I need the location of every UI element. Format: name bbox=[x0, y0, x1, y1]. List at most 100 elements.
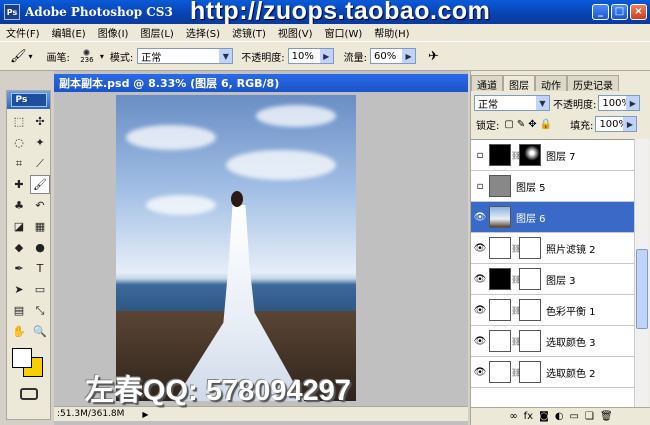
fill-input[interactable]: 100% ▶ bbox=[595, 116, 638, 132]
mask-link-icon[interactable]: ⛓ bbox=[511, 151, 521, 160]
menu-view[interactable]: 视图(V) bbox=[272, 25, 319, 40]
tool-preset-chevron-icon[interactable]: ▾ bbox=[29, 52, 33, 61]
link-layers-icon[interactable]: ∞ bbox=[509, 411, 517, 422]
eye-icon[interactable]: 👁 bbox=[471, 367, 489, 378]
eye-icon[interactable]: 👁 bbox=[471, 212, 489, 223]
brush-icon[interactable]: 🖌 bbox=[30, 175, 50, 194]
layer-opacity-arrow-icon[interactable]: ▶ bbox=[626, 96, 640, 110]
layer-mask-thumbnail[interactable] bbox=[519, 144, 541, 166]
slice-icon[interactable]: ⟋ bbox=[30, 154, 50, 173]
eye-icon[interactable]: 👁 bbox=[471, 243, 489, 254]
mask-link-icon[interactable]: ⛓ bbox=[511, 275, 521, 284]
layer-row[interactable]: 👁 ⛓ 色彩平衡 1 bbox=[471, 295, 634, 326]
brush-tool-icon[interactable]: 🖌 bbox=[10, 49, 27, 64]
gradient-icon[interactable]: ▦ bbox=[30, 217, 50, 236]
lasso-icon[interactable]: ◌ bbox=[9, 133, 29, 152]
mask-link-icon[interactable]: ⛓ bbox=[511, 244, 521, 253]
menu-file[interactable]: 文件(F) bbox=[0, 25, 46, 40]
path-select-icon[interactable]: ➤ bbox=[9, 280, 29, 299]
new-layer-icon[interactable]: ❏ bbox=[585, 411, 594, 422]
lock-position-icon[interactable]: ✥ bbox=[528, 119, 536, 130]
brush-picker[interactable]: 236 bbox=[74, 43, 100, 69]
marquee-icon[interactable]: ⬚ bbox=[9, 112, 29, 131]
layer-row[interactable]: ▫ ⛓ 图层 7 bbox=[471, 140, 634, 171]
layer-mask-thumbnail[interactable] bbox=[519, 268, 541, 290]
dodge-icon[interactable]: ● bbox=[30, 238, 50, 257]
layer-row[interactable]: 👁 ⛓ 选取颜色 2 bbox=[471, 357, 634, 388]
new-group-icon[interactable]: ▭ bbox=[570, 411, 579, 422]
magic-wand-icon[interactable]: ✦ bbox=[30, 133, 50, 152]
eye-hidden-icon[interactable]: ▫ bbox=[471, 150, 489, 161]
toolbox-header[interactable]: Ps bbox=[7, 91, 50, 109]
eye-hidden-icon[interactable]: ▫ bbox=[471, 181, 489, 192]
lock-transparency-icon[interactable]: ▢ bbox=[504, 119, 513, 130]
add-mask-icon[interactable]: ◙ bbox=[539, 411, 549, 422]
flow-input[interactable]: 60% ▶ bbox=[370, 48, 417, 64]
healing-icon[interactable]: ✚ bbox=[9, 175, 29, 194]
minimize-button[interactable]: _ bbox=[592, 4, 609, 20]
quick-mask-icon[interactable] bbox=[19, 388, 38, 400]
airbrush-icon[interactable]: ✈ bbox=[428, 49, 439, 64]
menu-filter[interactable]: 滤镜(T) bbox=[226, 25, 272, 40]
status-arrow-icon[interactable]: ▶ bbox=[142, 410, 148, 419]
tab-history[interactable]: 历史记录 bbox=[567, 75, 619, 92]
menu-layer[interactable]: 图层(L) bbox=[134, 25, 179, 40]
opacity-arrow-icon[interactable]: ▶ bbox=[319, 49, 333, 63]
layer-row[interactable]: 👁 图层 6 bbox=[471, 202, 634, 233]
lock-all-icon[interactable]: 🔒 bbox=[540, 119, 552, 130]
layer-mask-thumbnail[interactable] bbox=[519, 361, 541, 383]
layer-mask-thumbnail[interactable] bbox=[519, 299, 541, 321]
document-canvas[interactable] bbox=[116, 95, 356, 401]
brush-chevron-icon[interactable]: ▾ bbox=[100, 52, 104, 61]
fill-arrow-icon[interactable]: ▶ bbox=[623, 117, 637, 131]
eye-icon[interactable]: 👁 bbox=[471, 274, 489, 285]
mask-link-icon[interactable]: ⛓ bbox=[511, 368, 521, 377]
layer-style-icon[interactable]: fx bbox=[524, 411, 533, 422]
blur-icon[interactable]: ◆ bbox=[9, 238, 29, 257]
history-brush-icon[interactable]: ↶ bbox=[30, 196, 50, 215]
tab-layers[interactable]: 图层 bbox=[503, 75, 535, 92]
lock-pixels-icon[interactable]: ✎ bbox=[517, 119, 525, 130]
zoom-icon[interactable]: 🔍 bbox=[30, 322, 50, 341]
menu-image[interactable]: 图像(I) bbox=[92, 25, 135, 40]
document-title[interactable]: 副本副本.psd @ 8.33% (图层 6, RGB/8) bbox=[54, 74, 468, 92]
menu-edit[interactable]: 编辑(E) bbox=[46, 25, 92, 40]
shape-icon[interactable]: ▭ bbox=[30, 280, 50, 299]
delete-layer-icon[interactable]: 🗑 bbox=[600, 411, 613, 422]
menu-window[interactable]: 窗口(W) bbox=[319, 25, 369, 40]
eraser-icon[interactable]: ◪ bbox=[9, 217, 29, 236]
adjustment-layer-icon[interactable]: ◐ bbox=[555, 411, 564, 422]
foreground-color-swatch[interactable] bbox=[12, 348, 32, 368]
layer-opacity-input[interactable]: 100% ▶ bbox=[598, 95, 641, 111]
hand-icon[interactable]: ✋ bbox=[9, 322, 29, 341]
mask-link-icon[interactable]: ⛓ bbox=[511, 337, 521, 346]
tab-actions[interactable]: 动作 bbox=[535, 75, 567, 92]
menu-select[interactable]: 选择(S) bbox=[180, 25, 226, 40]
crop-icon[interactable]: ⌗ bbox=[9, 154, 29, 173]
layer-mask-thumbnail[interactable] bbox=[519, 237, 541, 259]
stamp-icon[interactable]: ♣ bbox=[9, 196, 29, 215]
layer-row[interactable]: 👁 ⛓ 照片滤镜 2 bbox=[471, 233, 634, 264]
pen-icon[interactable]: ✒ bbox=[9, 259, 29, 278]
eye-icon[interactable]: 👁 bbox=[471, 336, 489, 347]
blend-mode-select[interactable]: 正常 ▼ bbox=[474, 95, 550, 111]
maximize-button[interactable]: □ bbox=[611, 4, 628, 20]
tab-channels[interactable]: 通道 bbox=[471, 75, 503, 92]
layers-scroll-thumb[interactable] bbox=[636, 249, 648, 329]
layer-row[interactable]: 👁 ⛓ 图层 3 bbox=[471, 264, 634, 295]
eyedropper-icon[interactable]: ⤡ bbox=[30, 301, 50, 320]
layer-row[interactable]: 👁 ⛓ 选取颜色 3 bbox=[471, 326, 634, 357]
mode-select[interactable]: 正常 ▼ bbox=[137, 48, 234, 64]
notes-icon[interactable]: ▤ bbox=[9, 301, 29, 320]
ps-logo[interactable]: Ps bbox=[10, 93, 47, 107]
layer-row[interactable]: ▫ 图层 5 bbox=[471, 171, 634, 202]
move-icon[interactable]: ✣ bbox=[30, 112, 50, 131]
mask-link-icon[interactable]: ⛓ bbox=[511, 306, 521, 315]
close-button[interactable]: × bbox=[630, 4, 647, 20]
eye-icon[interactable]: 👁 bbox=[471, 305, 489, 316]
layer-mask-thumbnail[interactable] bbox=[519, 330, 541, 352]
type-icon[interactable]: T bbox=[30, 259, 50, 278]
menu-help[interactable]: 帮助(H) bbox=[368, 25, 415, 40]
opacity-input[interactable]: 10% ▶ bbox=[287, 48, 334, 64]
flow-arrow-icon[interactable]: ▶ bbox=[402, 49, 416, 63]
